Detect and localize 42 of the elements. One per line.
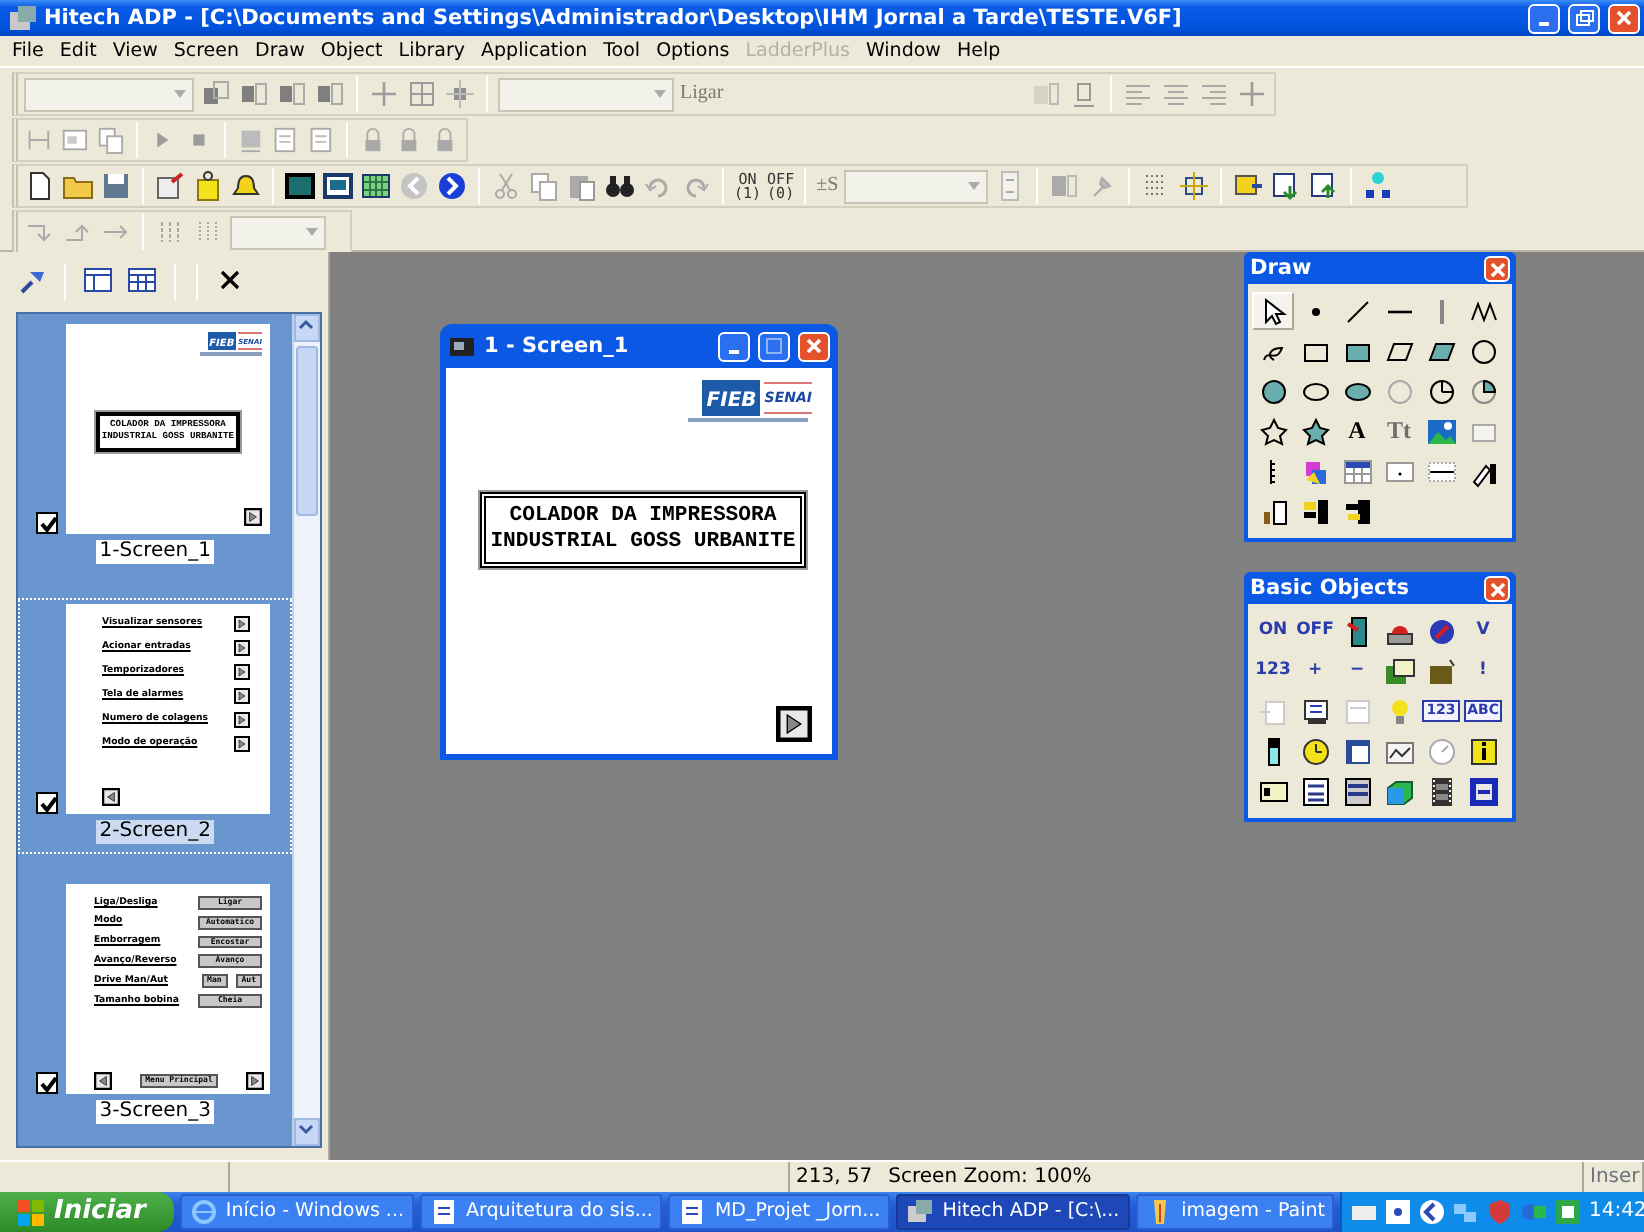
- palette-title: Draw: [1250, 255, 1314, 281]
- object-button[interactable]: 123: [1252, 652, 1294, 690]
- window-title: Hitech ADP - [C:\Documents and Settings\Administrador\Desktop\IHM Jornal a Tarde\TESTE.V6F]: [44, 5, 1184, 31]
- menu-item[interactable]: Tool: [595, 39, 649, 63]
- menu-item[interactable]: Window: [857, 39, 949, 63]
- object-button[interactable]: OFF: [1294, 612, 1336, 650]
- object-button[interactable]: !: [1462, 652, 1504, 690]
- object-button[interactable]: −: [1336, 652, 1378, 690]
- menu-item[interactable]: Object: [312, 39, 391, 63]
- logo-text: FIEB: [702, 380, 761, 416]
- menu-item[interactable]: View: [104, 39, 166, 63]
- screen-label[interactable]: 3-Screen_3: [95, 1100, 215, 1124]
- palette-title: Basic Objects: [1250, 575, 1411, 601]
- taskbar-button[interactable]: Hitech ADP - [C:\...: [896, 1194, 1130, 1230]
- cursor-position: 213, 57: [796, 1165, 873, 1189]
- screen-label[interactable]: 2-Screen_2: [95, 820, 215, 844]
- taskbar-button[interactable]: imagem - Paint: [1135, 1194, 1335, 1230]
- menu-item[interactable]: Draw: [247, 39, 313, 63]
- object-button[interactable]: ON: [1252, 612, 1294, 650]
- object-button[interactable]: V: [1462, 612, 1504, 650]
- taskbar-button[interactable]: MD_Projet _Jorn...: [668, 1194, 891, 1230]
- window-title: 1 - Screen_1: [484, 333, 631, 359]
- text-tool[interactable]: A: [1336, 412, 1378, 450]
- state-text: Ligar: [680, 82, 724, 106]
- mode-indicator: Inser: [1590, 1165, 1640, 1189]
- zoom-level: Screen Zoom: 100%: [888, 1165, 1092, 1189]
- set-button[interactable]: ±S: [816, 174, 839, 198]
- object-button[interactable]: +: [1294, 652, 1336, 690]
- menu-item[interactable]: Help: [948, 39, 1009, 63]
- text-tool[interactable]: Tt: [1378, 412, 1420, 450]
- title-text: INDUSTRIAL GOSS URBANITE: [490, 530, 796, 556]
- menu-item[interactable]: Options: [648, 39, 738, 63]
- menu-item[interactable]: Application: [473, 39, 596, 63]
- taskbar-button[interactable]: Arquitetura do sis...: [420, 1194, 663, 1230]
- menu-item[interactable]: Library: [390, 39, 474, 63]
- title-text: COLADOR DA IMPRESSORA: [507, 504, 779, 530]
- screen-label[interactable]: 1-Screen_1: [95, 540, 215, 564]
- taskbar-button[interactable]: Início - Windows ...: [179, 1194, 414, 1230]
- menu-item[interactable]: Screen: [165, 39, 248, 63]
- menu-item[interactable]: Edit: [51, 39, 105, 63]
- menu-item[interactable]: File: [4, 39, 52, 63]
- clock: 14:42: [1588, 1200, 1644, 1224]
